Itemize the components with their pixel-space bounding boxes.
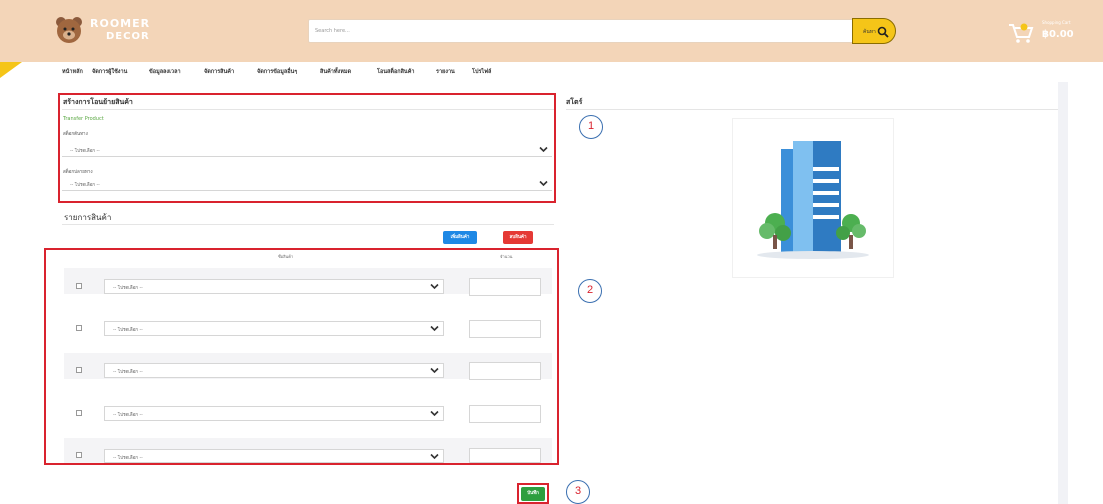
nav-item-stock-transfer[interactable]: โอนสต็อกสินค้า	[377, 68, 414, 76]
nav-item-time-records[interactable]: ข้อมูลลงเวลา	[149, 68, 181, 76]
store-image	[732, 118, 894, 278]
nav-item-users[interactable]: จัดการผู้ใช้งาน	[92, 68, 127, 76]
callout-1: 1	[579, 115, 603, 139]
search-icon	[877, 26, 889, 38]
search-button[interactable]: ค้นหา	[852, 18, 896, 44]
search-input[interactable]: Search here...	[308, 19, 854, 43]
nav-item-all-products[interactable]: สินค้าทั้งหมด	[320, 68, 351, 76]
divider	[62, 224, 554, 225]
nav-item-reports[interactable]: รายงาน	[436, 68, 455, 76]
building-icon	[757, 141, 869, 259]
annotation-box-2	[44, 248, 559, 465]
logo-text-decor: DECOR	[106, 31, 150, 42]
nav-item-manage-products[interactable]: จัดการสินค้า	[204, 68, 234, 76]
shopping-cart[interactable]: Shopping Cart ฿0.00	[1008, 20, 1088, 48]
cart-amount: ฿0.00	[1042, 29, 1074, 40]
nav-accent	[0, 62, 22, 78]
divider	[566, 109, 1058, 110]
bear-logo-icon	[56, 17, 82, 43]
annotation-box-1	[58, 93, 556, 203]
delete-product-button[interactable]: ลบสินค้า	[503, 231, 533, 244]
store-title: สโตร์	[566, 98, 583, 106]
search-button-label: ค้นหา	[863, 29, 876, 35]
nav-item-profile[interactable]: โปรไฟล์	[472, 68, 491, 76]
nav-item-manage-other[interactable]: จัดการข้อมูลอื่นๆ	[257, 68, 297, 76]
add-product-button[interactable]: เพิ่มสินค้า	[443, 231, 477, 244]
nav-item-home[interactable]: หน้าหลัก	[62, 68, 83, 76]
logo-text-roomer: ROOMER	[90, 17, 151, 30]
products-title: รายการสินค้า	[64, 213, 112, 222]
annotation-box-3	[517, 483, 549, 504]
cart-icon	[1009, 23, 1034, 43]
logo[interactable]: ROOMER DECOR	[54, 14, 174, 48]
callout-2: 2	[578, 279, 602, 303]
callout-3: 3	[566, 480, 590, 504]
cart-label: Shopping Cart	[1042, 20, 1071, 25]
